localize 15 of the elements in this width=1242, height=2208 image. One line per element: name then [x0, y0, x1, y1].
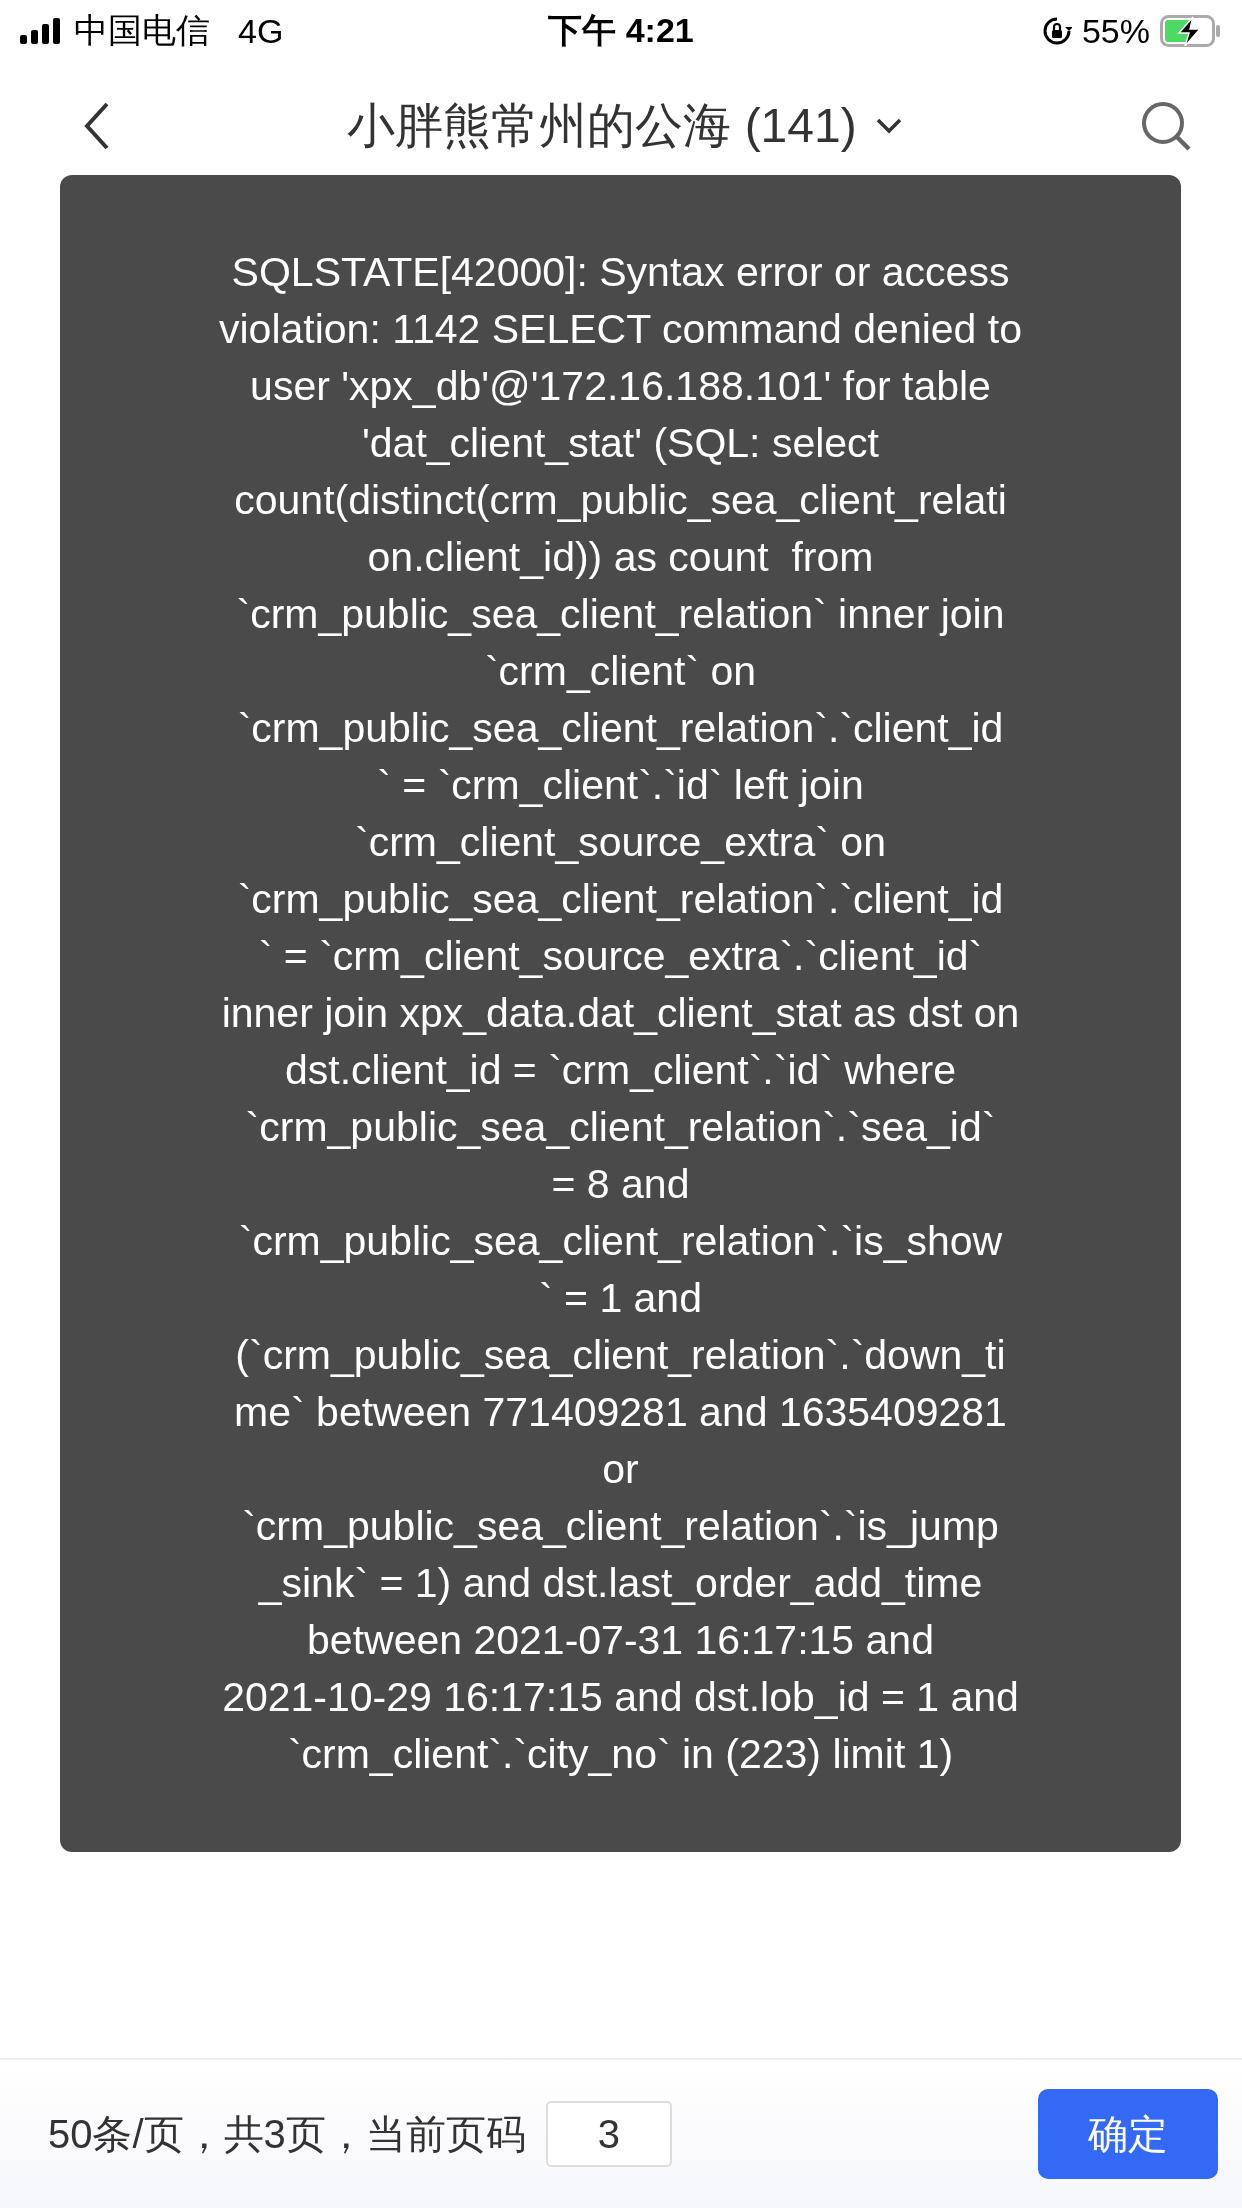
network-type: 4G: [238, 11, 284, 51]
search-icon[interactable]: [1140, 100, 1192, 152]
rotation-lock-icon: [1041, 16, 1072, 46]
battery-charging-icon: [1160, 15, 1222, 47]
pagination-info: 50条/页，共3页，当前页码: [48, 2110, 526, 2158]
carrier-name: 中国电信: [74, 10, 210, 51]
signal-icon: [20, 18, 60, 44]
back-icon[interactable]: [84, 101, 110, 151]
chevron-down-icon[interactable]: [874, 117, 903, 135]
page-title[interactable]: 小胖熊常州的公海 (141): [347, 94, 857, 158]
battery-percent: 55%: [1081, 11, 1150, 51]
toast-message: SQLSTATE[42000]: Syntax error or access violation: 1142 SELECT command denied to user 'xpx_db'@'172.16.188.101' for table 'dat_client_stat' (SQL: select count(distinct(crm_public_sea_client_relati on.client_id)) as count from `crm_public_sea_client_relation` inner join `crm_client` on `crm_public_sea_client_relation`.`client_id ` = `crm_client`.`id` left join `crm_client_source_extra` on `crm_public_sea_client_relation`.`client_id ` = `crm_client_source_extra`.`client_id` inner join xpx_data.dat_client_stat as dst on dst.client_id = `crm_client`.`id` where `crm_public_sea_client_relation`.`sea_id` = 8 and `crm_public_sea_client_relation`.`is_show ` = 1 and (`crm_public_sea_client_relation`.`down_ti me` between 771409281 and 1635409281 or `crm_public_sea_client_relation`.`is_jump _sink` = 1) and dst.last_order_add_time between 2021-07-31 16:17:15 and 2021-10-29 16:17:15 and dst.lob_id = 1 and `crm_client`.`city_no` in (223) limit 1): [219, 248, 1022, 1779]
confirm-button[interactable]: 确定: [1038, 2089, 1218, 2179]
clock: 下午 4:21: [548, 10, 694, 51]
page-number-field[interactable]: 3: [545, 2101, 672, 2167]
